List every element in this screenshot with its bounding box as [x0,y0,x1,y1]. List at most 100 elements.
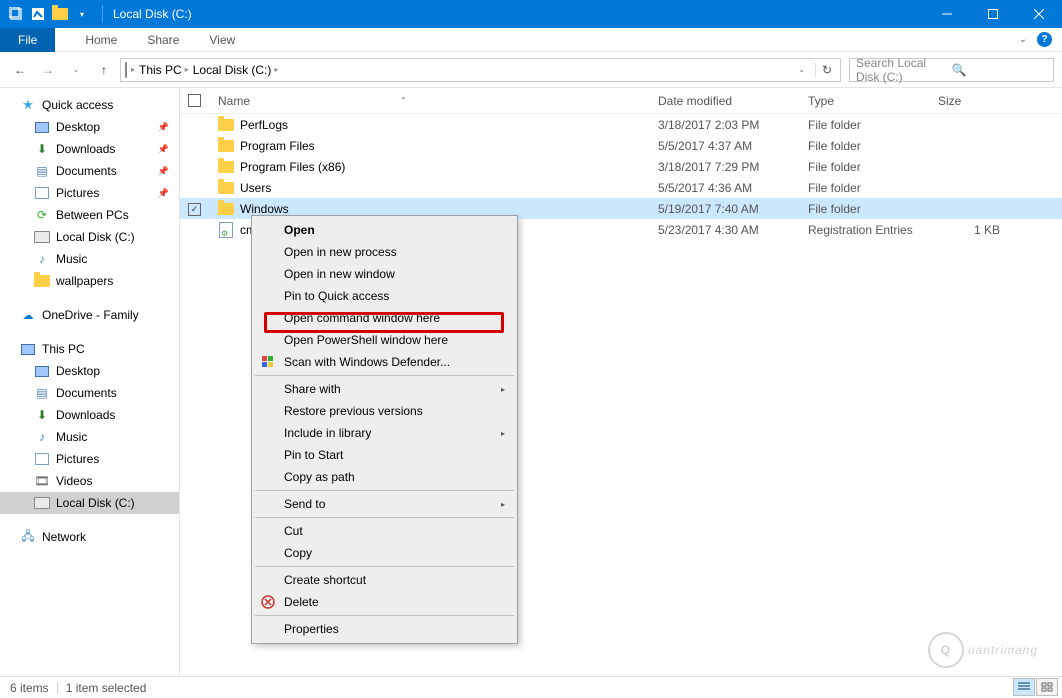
sidebar-item-between-pcs[interactable]: ⟳Between PCs [0,204,179,226]
folder-icon [34,273,50,289]
file-name: Program Files (x86) [240,160,345,174]
properties-icon[interactable] [30,6,46,22]
column-type[interactable]: Type [800,88,930,113]
sidebar-pc-downloads[interactable]: ⬇Downloads [0,404,179,426]
column-size[interactable]: Size [930,88,1010,113]
sidebar-item-music[interactable]: ♪Music [0,248,179,270]
submenu-arrow-icon: ▸ [501,429,505,438]
help-icon[interactable]: ? [1037,32,1052,47]
menu-item[interactable]: Open PowerShell window here [254,329,515,351]
qa-dropdown-icon[interactable]: ▾ [74,6,90,22]
drive-icon [34,495,50,511]
sidebar-pc-videos[interactable]: 🎞Videos [0,470,179,492]
quick-access-toolbar: ▾ [0,0,98,28]
menu-item[interactable]: Open [254,219,515,241]
sidebar-onedrive[interactable]: ☁OneDrive - Family [0,304,179,326]
menu-item[interactable]: Open in new process [254,241,515,263]
menu-item[interactable]: Scan with Windows Defender... [254,351,515,373]
menu-item[interactable]: Delete [254,591,515,613]
menu-item[interactable]: Include in library▸ [254,422,515,444]
column-date[interactable]: Date modified [650,88,800,113]
menu-item-label: Open [284,223,315,237]
menu-item[interactable]: Copy as path [254,466,515,488]
tab-home[interactable]: Home [85,28,117,51]
menu-separator [255,375,514,376]
file-date: 5/5/2017 4:37 AM [650,139,800,153]
minimize-button[interactable] [924,0,970,28]
menu-item[interactable]: Send to▸ [254,493,515,515]
refresh-button[interactable]: ↻ [815,63,838,77]
sidebar-item-desktop[interactable]: Desktop📌 [0,116,179,138]
sidebar-item-local-disk[interactable]: Local Disk (C:) [0,226,179,248]
search-placeholder: Search Local Disk (C:) [856,56,952,84]
sidebar-item-documents[interactable]: ▤Documents📌 [0,160,179,182]
sidebar-pc-local-disk[interactable]: Local Disk (C:) [0,492,179,514]
context-menu: Open Open in new process Open in new windo… [251,215,518,644]
sidebar-item-pictures[interactable]: Pictures📌 [0,182,179,204]
sidebar-pc-pictures[interactable]: Pictures [0,448,179,470]
up-button[interactable]: ↑ [92,58,116,82]
menu-item[interactable]: Copy [254,542,515,564]
column-check[interactable] [180,88,210,113]
menu-separator [255,517,514,518]
breadcrumb-root[interactable]: This PC▸ [139,63,189,77]
file-tab[interactable]: File [0,28,55,52]
menu-item-label: Open PowerShell window here [284,333,448,347]
sidebar-item-wallpapers[interactable]: wallpapers [0,270,179,292]
pin-icon: 📌 [158,188,169,199]
pin-icon: 📌 [158,166,169,177]
sidebar-pc-desktop[interactable]: Desktop [0,360,179,382]
maximize-button[interactable] [970,0,1016,28]
address-bar[interactable]: ▸ This PC▸ Local Disk (C:)▸ ⌄ ↻ [120,58,841,82]
file-name: Windows [240,202,289,216]
reg-file-icon [218,222,234,238]
view-switcher [1013,678,1058,696]
details-view-button[interactable] [1013,678,1035,696]
column-headers: Name⌃ Date modified Type Size [180,88,1062,114]
menu-item[interactable]: Pin to Quick access [254,285,515,307]
checkbox-icon[interactable]: ✓ [188,203,201,216]
menu-item[interactable]: Properties [254,618,515,640]
menu-item[interactable]: Open command window here [254,307,515,329]
window-controls [924,0,1062,28]
file-name: PerfLogs [240,118,288,132]
sidebar-pc-music[interactable]: ♪Music [0,426,179,448]
menu-item[interactable]: Share with▸ [254,378,515,400]
menu-item[interactable]: Restore previous versions [254,400,515,422]
search-input[interactable]: Search Local Disk (C:) 🔍 [849,58,1054,82]
menu-item[interactable]: Pin to Start [254,444,515,466]
sidebar-quick-access[interactable]: ★ Quick access [0,94,179,116]
menu-item-label: Open in new process [284,245,397,259]
tab-share[interactable]: Share [147,28,179,51]
menu-item-label: Open in new window [284,267,395,281]
folder-icon [218,117,234,133]
table-row[interactable]: Program Files (x86)3/18/2017 7:29 PMFile… [180,156,1062,177]
file-type: File folder [800,181,930,195]
chevron-down-icon[interactable]: ⌄ [1019,34,1027,45]
menu-item[interactable]: Create shortcut [254,569,515,591]
table-row[interactable]: PerfLogs3/18/2017 2:03 PMFile folder [180,114,1062,135]
breadcrumb-current[interactable]: Local Disk (C:)▸ [193,63,279,77]
search-icon[interactable]: 🔍 [952,63,1048,77]
close-button[interactable] [1016,0,1062,28]
thumbnails-view-button[interactable] [1036,678,1058,696]
submenu-arrow-icon: ▸ [501,500,505,509]
menu-item[interactable]: Open in new window [254,263,515,285]
menu-item-label: Open command window here [284,311,440,325]
tab-view[interactable]: View [209,28,235,51]
table-row[interactable]: Users5/5/2017 4:36 AMFile folder [180,177,1062,198]
back-stack-icon[interactable] [8,6,24,22]
sidebar-item-downloads[interactable]: ⬇Downloads📌 [0,138,179,160]
back-button[interactable]: ← [8,58,32,82]
address-dropdown-icon[interactable]: ⌄ [792,65,811,74]
menu-item[interactable]: Cut [254,520,515,542]
table-row[interactable]: Program Files5/5/2017 4:37 AMFile folder [180,135,1062,156]
column-name[interactable]: Name⌃ [210,88,650,113]
menu-item-label: Delete [284,595,319,609]
sidebar-network[interactable]: 🖧Network [0,526,179,548]
chevron-right-icon[interactable]: ▸ [131,65,135,74]
recent-dropdown-icon[interactable]: ⌄ [64,58,88,82]
sidebar-this-pc[interactable]: This PC [0,338,179,360]
sidebar-pc-documents[interactable]: ▤Documents [0,382,179,404]
item-count: 6 items [10,681,49,695]
